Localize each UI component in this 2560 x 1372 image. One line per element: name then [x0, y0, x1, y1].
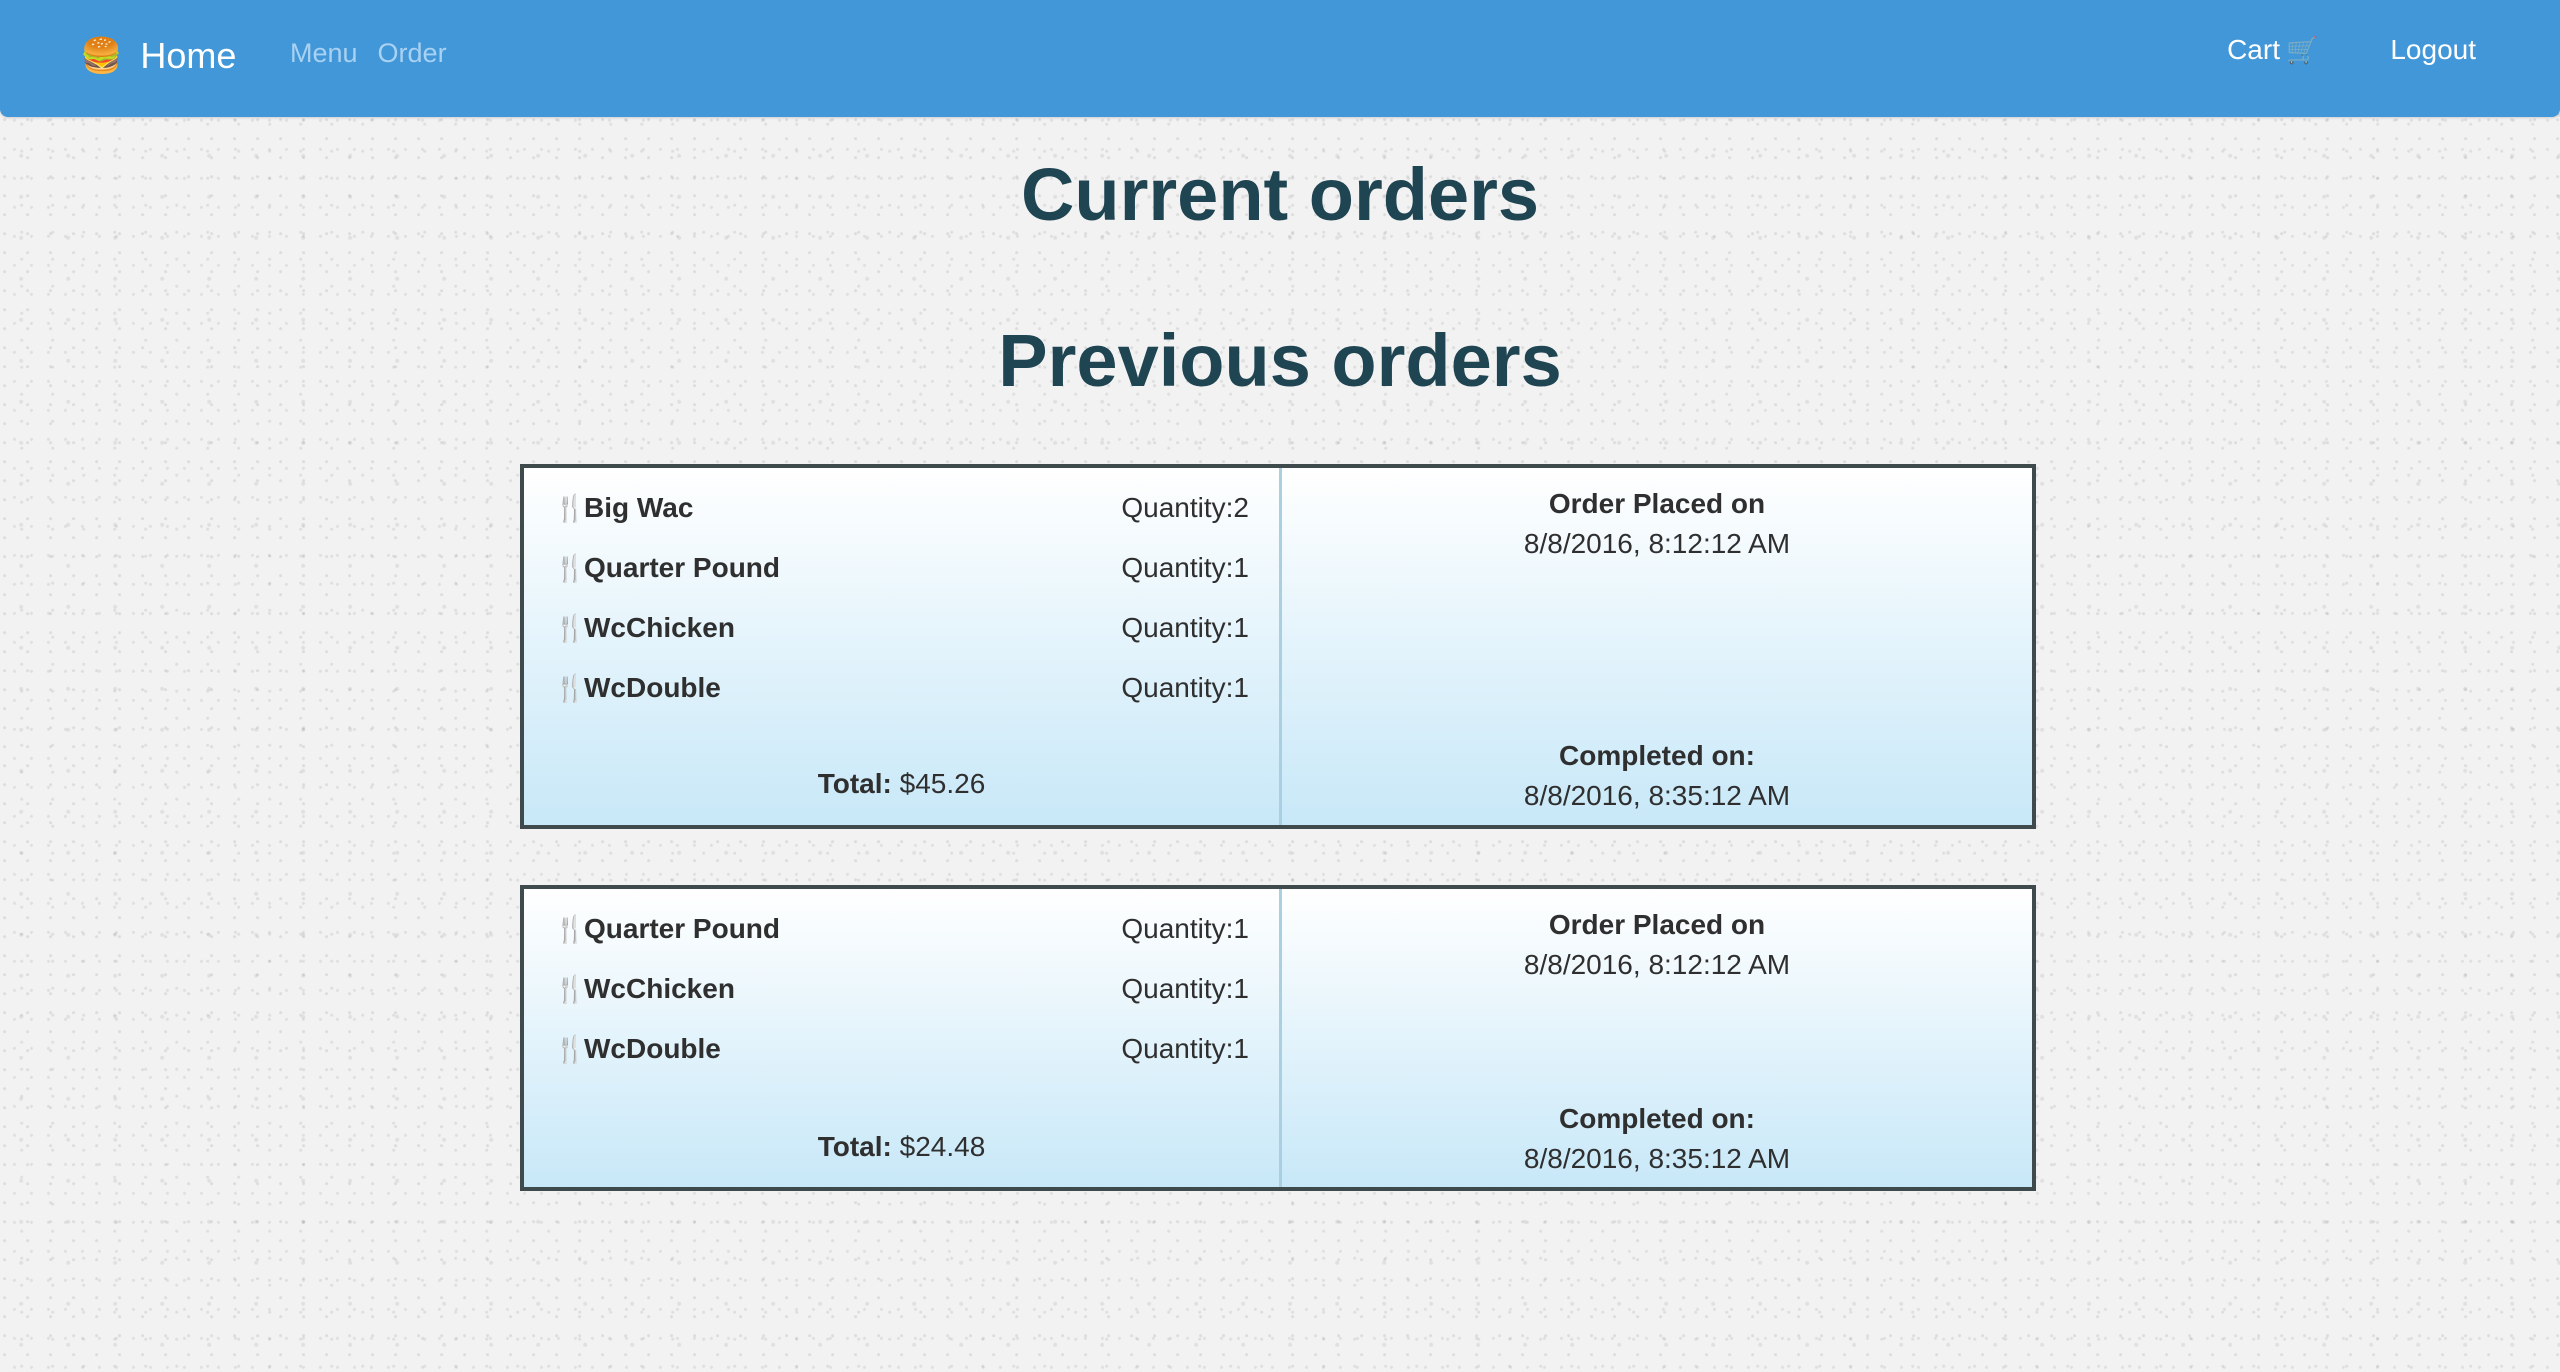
order-items-panel: 🍴 Big Wac Quantity:2 🍴 Quarter Pound Qua…	[524, 468, 1282, 825]
fork-knife-icon: 🍴	[554, 672, 587, 703]
top-navbar: 🍔 Home Menu Order Cart 🛒 Logout	[0, 0, 2560, 117]
quantity-value: 2	[1233, 492, 1249, 523]
order-item: 🍴 Quarter Pound Quantity:1	[554, 909, 1249, 949]
logout-link[interactable]: Logout	[2390, 34, 2476, 66]
item-quantity: Quantity:1	[1121, 1033, 1249, 1065]
nav-right: Cart 🛒 Logout	[2227, 34, 2476, 66]
item-quantity: Quantity:1	[1121, 973, 1249, 1005]
menu-link[interactable]: Menu	[290, 38, 358, 69]
fork-knife-icon: 🍴	[554, 973, 587, 1004]
order-card: 🍴 Big Wac Quantity:2 🍴 Quarter Pound Qua…	[520, 464, 2036, 829]
quantity-value: 1	[1233, 913, 1249, 944]
placed-label: Order Placed on	[1548, 488, 1766, 519]
nav-links: Menu Order	[290, 38, 447, 69]
quantity-value: 1	[1233, 973, 1249, 1004]
home-link[interactable]: 🍔 Home	[80, 28, 236, 84]
fork-knife-icon: 🍴	[554, 552, 587, 583]
item-name: WcDouble	[584, 1033, 721, 1064]
placed-date: 8/8/2016, 8:12:12 AM	[1523, 949, 1791, 980]
completed-date: 8/8/2016, 8:35:12 AM	[1523, 1143, 1791, 1174]
fork-knife-icon: 🍴	[554, 492, 587, 523]
item-quantity: Quantity:1	[1121, 913, 1249, 945]
current-orders-title: Current orders	[1020, 153, 1540, 236]
order-item: 🍴 WcChicken Quantity:1	[554, 608, 1249, 648]
completed-date: 8/8/2016, 8:35:12 AM	[1523, 780, 1791, 811]
quantity-value: 1	[1233, 552, 1249, 583]
home-label: Home	[140, 35, 237, 76]
item-name: Big Wac	[584, 492, 694, 523]
cart-label: Cart	[2227, 34, 2280, 65]
item-name: WcChicken	[584, 612, 735, 643]
item-name: Quarter Pound	[584, 552, 781, 583]
order-item: 🍴 Quarter Pound Quantity:1	[554, 548, 1249, 588]
shopping-cart-icon: 🛒	[2285, 35, 2319, 65]
placed-label: Order Placed on	[1548, 909, 1766, 940]
item-quantity: Quantity:1	[1121, 612, 1249, 644]
order-items-panel: 🍴 Quarter Pound Quantity:1 🍴 WcChicken Q…	[524, 889, 1282, 1187]
quantity-label: Quantity:	[1121, 913, 1234, 944]
cart-link[interactable]: Cart 🛒	[2227, 34, 2318, 66]
quantity-value: 1	[1233, 672, 1249, 703]
completed-label: Completed on:	[1559, 1103, 1755, 1134]
fork-knife-icon: 🍴	[554, 913, 587, 944]
quantity-label: Quantity:	[1121, 973, 1234, 1004]
burger-icon: 🍔	[80, 37, 123, 75]
quantity-label: Quantity:	[1121, 552, 1234, 583]
completed-label: Completed on:	[1559, 740, 1755, 771]
quantity-value: 1	[1233, 612, 1249, 643]
item-quantity: Quantity:2	[1121, 492, 1249, 524]
quantity-label: Quantity:	[1121, 612, 1234, 643]
total-label: Total:	[817, 1131, 892, 1162]
previous-orders-title: Previous orders	[998, 319, 1562, 402]
total-label: Total:	[817, 768, 892, 799]
order-card: 🍴 Quarter Pound Quantity:1 🍴 WcChicken Q…	[520, 885, 2036, 1191]
order-total: Total: $45.26	[524, 768, 1279, 800]
order-dates-panel: Order Placed on 8/8/2016, 8:12:12 AM Com…	[1282, 468, 2032, 825]
item-quantity: Quantity:1	[1121, 552, 1249, 584]
quantity-label: Quantity:	[1121, 1033, 1234, 1064]
fork-knife-icon: 🍴	[554, 1033, 587, 1064]
item-name: WcDouble	[584, 672, 721, 703]
order-item: 🍴 Big Wac Quantity:2	[554, 488, 1249, 528]
quantity-value: 1	[1233, 1033, 1249, 1064]
total-value: $45.26	[899, 768, 986, 799]
quantity-label: Quantity:	[1121, 492, 1234, 523]
item-name: Quarter Pound	[584, 913, 781, 944]
order-dates-panel: Order Placed on 8/8/2016, 8:12:12 AM Com…	[1282, 889, 2032, 1187]
item-quantity: Quantity:1	[1121, 672, 1249, 704]
quantity-label: Quantity:	[1121, 672, 1234, 703]
item-name: WcChicken	[584, 973, 735, 1004]
order-total: Total: $24.48	[524, 1131, 1279, 1163]
order-item: 🍴 WcDouble Quantity:1	[554, 668, 1249, 708]
fork-knife-icon: 🍴	[554, 612, 587, 643]
total-value: $24.48	[899, 1131, 986, 1162]
placed-date: 8/8/2016, 8:12:12 AM	[1523, 528, 1791, 559]
order-item: 🍴 WcDouble Quantity:1	[554, 1029, 1249, 1069]
order-link[interactable]: Order	[378, 38, 447, 69]
order-item: 🍴 WcChicken Quantity:1	[554, 969, 1249, 1009]
